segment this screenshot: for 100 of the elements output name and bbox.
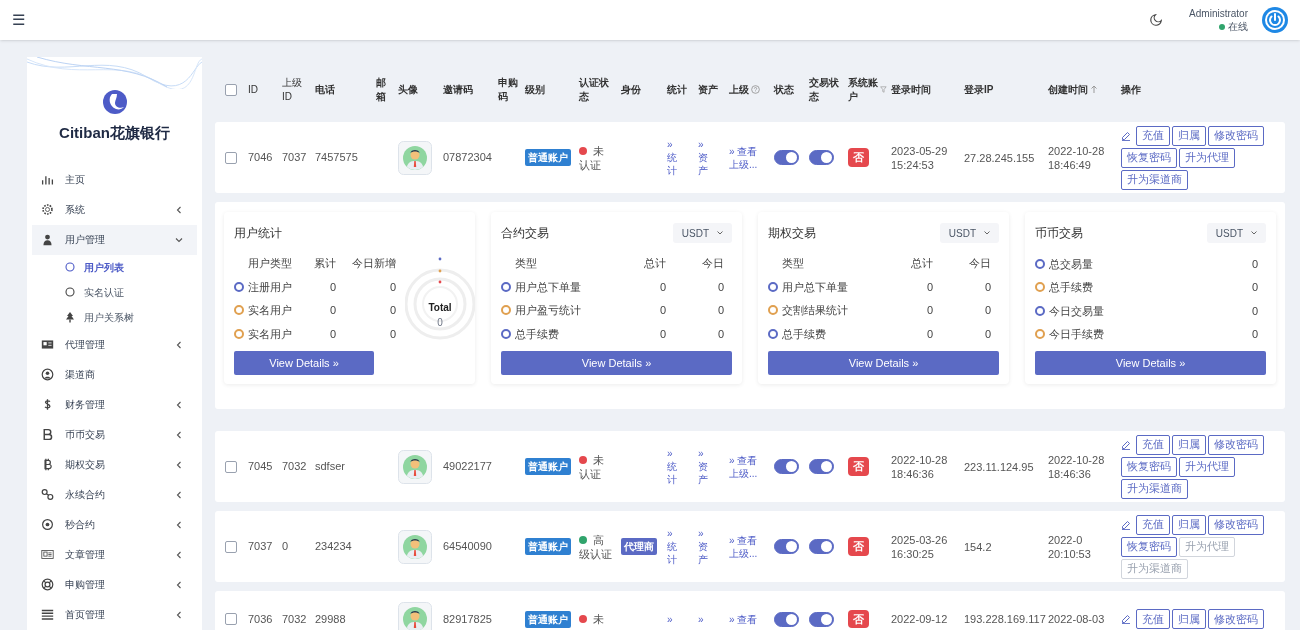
link[interactable]: » 统计 (667, 527, 680, 566)
table-cell-text: 154.2 (964, 539, 993, 554)
action-button[interactable]: 恢复密码 (1121, 536, 1177, 557)
currency-select[interactable]: USDT (672, 223, 732, 243)
link[interactable]: » (667, 612, 680, 626)
column-header: 今日 (968, 256, 992, 272)
sidebar-item[interactable]: 申购管理 (32, 569, 197, 600)
toggle-switch[interactable] (809, 539, 834, 554)
column-header: ID (248, 82, 258, 97)
view-details-button[interactable]: View Details » (1035, 351, 1266, 375)
table-cell-text: 0 (1250, 256, 1259, 272)
sidebar-item[interactable]: 渠道商 (32, 359, 197, 390)
action-button[interactable]: 升为代理 (1179, 456, 1235, 477)
action-button[interactable]: 充值 (1136, 609, 1170, 629)
column-header: 交易状态 (809, 75, 840, 104)
checkbox[interactable] (225, 83, 237, 96)
toggle-switch[interactable] (774, 539, 799, 554)
sidebar-item[interactable]: 币币交易 (32, 419, 197, 450)
submenu-item[interactable]: 实名认证 (27, 279, 202, 305)
row-label: 用户总下单量 (782, 279, 848, 295)
sidebar-item[interactable]: 主页 (32, 164, 197, 195)
link[interactable]: » 查看上级... (729, 533, 765, 560)
sidebar-item[interactable]: 期权交易 (32, 449, 197, 480)
link[interactable]: » 查看上级... (729, 144, 765, 171)
no-badge: 否 (848, 457, 869, 476)
toggle-switch[interactable] (809, 459, 834, 474)
chevron-icon (175, 520, 183, 529)
sidebar-item[interactable]: 永续合约 (32, 479, 197, 510)
moon-icon[interactable] (1149, 13, 1164, 27)
power-icon[interactable] (1262, 7, 1288, 33)
sidebar-item[interactable]: 首页管理 (32, 599, 197, 630)
view-details-button[interactable]: View Details » (768, 351, 999, 375)
pencil-icon[interactable] (1121, 439, 1131, 450)
view-details-button[interactable]: View Details » (234, 351, 374, 375)
link[interactable]: » (698, 612, 711, 626)
currency-select[interactable]: USDT (939, 223, 999, 243)
chevron-icon (175, 610, 183, 619)
chevron-icon (175, 205, 183, 214)
currency-select[interactable]: USDT (1206, 223, 1266, 243)
checkbox[interactable] (225, 540, 237, 553)
action-button[interactable]: 升为代理 (1179, 147, 1235, 168)
table-cell: 234234 (315, 540, 352, 553)
user-circle-icon (41, 368, 54, 381)
pencil-icon[interactable] (1121, 519, 1131, 530)
action-button[interactable]: 升为渠道商 (1121, 169, 1188, 190)
checkbox[interactable] (225, 151, 237, 164)
sidebar-item[interactable]: 代理管理 (32, 329, 197, 360)
table-cell-text: 0 (716, 303, 725, 318)
action-button[interactable]: 修改密码 (1208, 434, 1264, 455)
action-button[interactable]: 恢复密码 (1121, 147, 1177, 168)
link[interactable]: » 资产 (698, 138, 711, 177)
link[interactable]: » 查看 (729, 612, 765, 626)
sidebar-item[interactable]: 用户管理 (32, 224, 197, 255)
link[interactable]: » 资产 (698, 447, 711, 486)
submenu-item[interactable]: 用户列表 (27, 254, 202, 280)
checkbox[interactable] (225, 460, 237, 473)
action-button[interactable]: 恢复密码 (1121, 456, 1177, 477)
sidebar-item[interactable]: 秒合约 (32, 509, 197, 540)
action-button[interactable]: 归属 (1172, 514, 1206, 535)
action-button[interactable]: 修改密码 (1208, 514, 1264, 535)
toggle-switch[interactable] (774, 611, 799, 627)
action-button[interactable]: 充值 (1136, 514, 1170, 535)
action-button[interactable]: 归属 (1172, 125, 1206, 146)
table-cell: 7032 (282, 612, 307, 625)
toggle-switch[interactable] (774, 459, 799, 474)
chevron-icon (175, 340, 183, 349)
view-details-button[interactable]: View Details » (501, 351, 732, 375)
action-button[interactable]: 归属 (1172, 434, 1206, 455)
identity-badge: 代理商 (621, 538, 657, 555)
toggle-switch[interactable] (809, 150, 834, 165)
toggle-switch[interactable] (774, 150, 799, 165)
sidebar-item[interactable]: 系统 (32, 194, 197, 225)
pencil-icon[interactable] (1121, 614, 1131, 624)
toggle-switch[interactable] (809, 611, 834, 627)
action-button[interactable]: 充值 (1136, 125, 1170, 146)
sidebar-item[interactable]: 财务管理 (32, 389, 197, 420)
action-button[interactable]: 归属 (1172, 609, 1206, 629)
action-button[interactable]: 修改密码 (1208, 609, 1264, 629)
link[interactable]: » 统计 (667, 447, 680, 486)
menu-button[interactable]: ☰ (12, 8, 25, 32)
link[interactable]: » 资产 (698, 527, 711, 566)
column-header: 邮箱 (376, 75, 387, 104)
table-cell: 49022177 (443, 460, 492, 473)
column-header: 上级ID (282, 75, 303, 104)
link[interactable]: » 查看上级... (729, 453, 765, 480)
link-icon (41, 488, 54, 501)
row-label: 交割结果统计 (782, 303, 848, 318)
link[interactable]: » 统计 (667, 138, 680, 177)
sort-arrow-icon[interactable] (1090, 85, 1098, 94)
column-header: 登录时间 (891, 82, 931, 97)
chevron-icon (175, 235, 183, 244)
pencil-icon[interactable] (1121, 130, 1131, 141)
row-label: 总手续费 (515, 326, 559, 342)
action-button[interactable]: 充值 (1136, 434, 1170, 455)
sidebar-item[interactable]: 文章管理 (32, 539, 197, 570)
action-button[interactable]: 修改密码 (1208, 125, 1264, 146)
caret-icon (717, 231, 723, 235)
checkbox[interactable] (225, 613, 237, 625)
submenu-item[interactable]: 用户关系树 (27, 304, 202, 330)
action-button[interactable]: 升为渠道商 (1121, 478, 1188, 499)
